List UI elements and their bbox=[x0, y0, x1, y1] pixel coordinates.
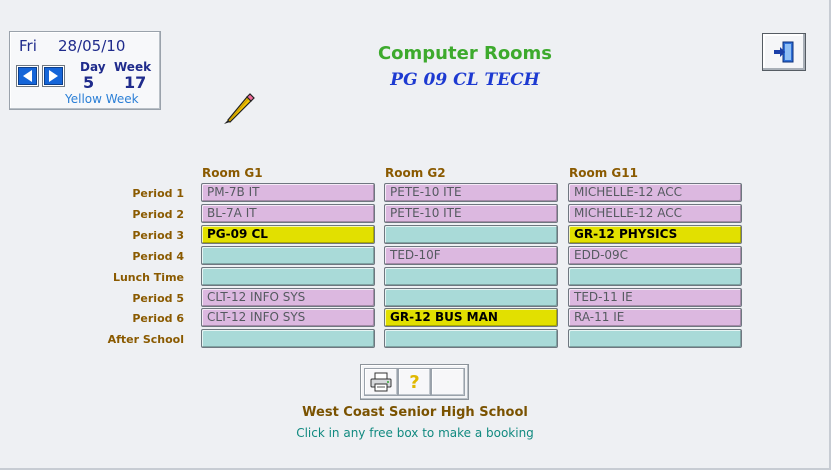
period-label: Period 2 bbox=[132, 208, 184, 221]
booking-cell[interactable]: TED-10F bbox=[384, 246, 558, 265]
pencil-icon[interactable] bbox=[220, 90, 256, 126]
booking-cell[interactable]: GR-12 PHYSICS bbox=[568, 225, 742, 244]
page-title: Computer Rooms bbox=[377, 43, 553, 64]
period-label: Lunch Time bbox=[112, 271, 184, 284]
period-label: Period 1 bbox=[132, 187, 184, 200]
room-header-g2: Room G2 bbox=[385, 166, 446, 180]
room-header-g11: Room G11 bbox=[569, 166, 638, 180]
exit-door-icon bbox=[774, 41, 794, 63]
free-booking-cell[interactable] bbox=[568, 267, 742, 286]
toolbar: ? bbox=[360, 364, 469, 400]
free-booking-cell[interactable] bbox=[384, 225, 558, 244]
week-type: Yellow Week bbox=[65, 92, 139, 106]
next-day-button[interactable] bbox=[42, 65, 65, 87]
booking-cell[interactable]: PETE-10 ITE bbox=[384, 204, 558, 223]
page-subtitle: PG 09 CL TECH bbox=[390, 70, 540, 90]
period-label: Period 5 bbox=[132, 292, 184, 305]
exit-button[interactable] bbox=[762, 33, 806, 71]
free-booking-cell[interactable] bbox=[201, 246, 375, 265]
booking-cell[interactable]: BL-7A IT bbox=[201, 204, 375, 223]
arrow-right-icon bbox=[44, 67, 63, 85]
free-booking-cell[interactable] bbox=[384, 329, 558, 348]
booking-cell[interactable]: CLT-12 INFO SYS bbox=[201, 288, 375, 307]
room-header-g1: Room G1 bbox=[202, 166, 263, 180]
printer-icon bbox=[370, 372, 392, 392]
free-booking-cell[interactable] bbox=[384, 288, 558, 307]
booking-cell[interactable]: MICHELLE-12 ACC bbox=[568, 204, 742, 223]
period-label: Period 3 bbox=[132, 229, 184, 242]
booking-cell[interactable]: TED-11 IE bbox=[568, 288, 742, 307]
arrow-left-icon bbox=[18, 67, 37, 85]
date-panel: Fri 28/05/10 Day Week 5 17 Yellow Week bbox=[9, 31, 161, 110]
booking-cell[interactable]: RA-11 IE bbox=[568, 308, 742, 327]
day-value: 5 bbox=[83, 73, 95, 92]
period-label: Period 4 bbox=[132, 250, 184, 263]
week-label: Week bbox=[114, 60, 152, 74]
print-button[interactable] bbox=[364, 368, 398, 396]
previous-day-button[interactable] bbox=[16, 65, 39, 87]
booking-cell[interactable]: PETE-10 ITE bbox=[384, 183, 558, 202]
booking-cell[interactable]: MICHELLE-12 ACC bbox=[568, 183, 742, 202]
current-date: 28/05/10 bbox=[58, 37, 126, 55]
booking-cell[interactable]: EDD-09C bbox=[568, 246, 742, 265]
free-booking-cell[interactable] bbox=[201, 267, 375, 286]
blank-toolbar-button[interactable] bbox=[431, 368, 466, 396]
free-booking-cell[interactable] bbox=[384, 267, 558, 286]
booking-cell[interactable]: PM-7B IT bbox=[201, 183, 375, 202]
help-button[interactable]: ? bbox=[397, 368, 432, 396]
day-label: Day bbox=[80, 60, 106, 74]
school-name: West Coast Senior High School bbox=[302, 405, 528, 420]
period-label: Period 6 bbox=[132, 312, 184, 325]
free-booking-cell[interactable] bbox=[568, 329, 742, 348]
week-value: 17 bbox=[124, 73, 147, 92]
booking-cell[interactable]: PG-09 CL bbox=[201, 225, 375, 244]
day-name: Fri bbox=[19, 37, 37, 55]
booking-cell[interactable]: CLT-12 INFO SYS bbox=[201, 308, 375, 327]
period-label: After School bbox=[107, 333, 184, 346]
free-booking-cell[interactable] bbox=[201, 329, 375, 348]
booking-cell[interactable]: GR-12 BUS MAN bbox=[384, 308, 558, 327]
instruction-text: Click in any free box to make a booking bbox=[296, 426, 534, 440]
